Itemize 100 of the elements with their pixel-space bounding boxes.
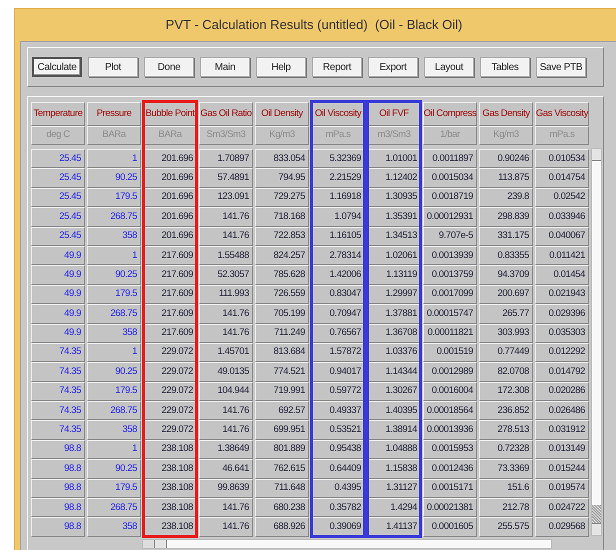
table-cell: 0.53521 [311,420,365,440]
table-cell: 74.35 [31,342,85,362]
table-cell: 729.275 [255,188,309,208]
unit-cell: mPa.s [535,126,589,145]
table-cell: 0.033946 [535,207,589,227]
table-cell: 680.238 [255,498,309,518]
toolbar-button[interactable]: Main [200,57,250,77]
column-header: Oil Compress [423,102,477,126]
table-cell: 236.852 [479,401,533,420]
table-cell: 268.75 [87,207,141,227]
scroll-left-button[interactable] [143,540,155,548]
column-header: Gas Viscosity [535,102,589,126]
table-cell: 90.25 [87,362,141,382]
table-cell: 0.010534 [535,149,589,168]
table-cell: 141.76 [199,498,253,518]
toolbar-button[interactable]: Plot [88,57,138,77]
table-cell: 1 [87,149,141,168]
table-cell: 229.072 [143,420,197,440]
table-cell: 90.25 [87,168,141,188]
table-cell: 0.00018564 [423,401,477,420]
scroll-up-button[interactable] [592,149,601,161]
unit-cell: 1/bar [423,126,477,145]
table-cell: 1.37881 [367,304,421,324]
table-cell: 200.697 [479,284,533,304]
table-cell: 1.14344 [367,362,421,382]
unit-cell: BARa [87,126,141,145]
table-cell: 0.00012931 [423,207,477,227]
table-cell: 98.8 [31,478,85,498]
table-cell: 1 [87,440,141,460]
table-cell: 229.072 [143,401,197,420]
table-cell: 99.8639 [199,478,253,498]
table-cell: 722.853 [255,226,309,246]
table-cell: 0.64409 [311,459,365,479]
table-cell: 141.76 [199,401,253,420]
table-cell: 0.0013759 [423,265,477,285]
unit-cell: Sm3/Sm3 [199,126,253,145]
toolbar-button[interactable]: Done [144,57,194,77]
vertical-scrollbar[interactable] [591,148,602,536]
table-cell: 141.76 [199,207,253,227]
table-cell: 94.3709 [479,265,533,285]
table-cell: 25.45 [31,168,85,188]
table-cell: 0.90246 [479,149,533,168]
table-cell: 801.889 [255,440,309,460]
table-cell: 49.9 [31,284,85,304]
table-cell: 201.696 [143,149,197,168]
scroll-down-button[interactable] [592,523,601,535]
table-cell: 0.029396 [535,304,589,324]
table-cell: 172.308 [479,382,533,402]
table-cell: 123.091 [199,188,253,208]
table-cell: 358 [87,420,141,440]
table-cell: 0.014754 [535,168,589,188]
toolbar-button[interactable]: Report [312,57,362,77]
table-cell: 0.021943 [535,284,589,304]
unit-cell: Kg/m3 [479,126,533,145]
table-cell: 74.35 [31,420,85,440]
scroll-thumb[interactable] [592,505,601,523]
toolbar-button[interactable]: Layout [424,57,474,77]
toolbar-button[interactable]: Help [256,57,306,77]
table-cell: 1.4294 [367,498,421,518]
table-cell: 0.035303 [535,324,589,343]
table-cell: 98.8 [31,517,85,537]
toolbar-button[interactable]: Calculate [32,57,82,77]
table-cell: 0.031912 [535,420,589,440]
column-header: Gas Density [479,102,533,126]
scroll-thumb[interactable] [155,540,167,548]
table-cell: 1.12402 [367,168,421,188]
table-cell: 141.76 [199,420,253,440]
table-cell: 298.839 [479,207,533,227]
toolbar-button[interactable]: Save PTB [536,57,586,77]
table-cell: 0.0015953 [423,440,477,460]
table-cell: 141.76 [199,517,253,537]
table-cell: 25.45 [31,188,85,208]
column-header: Oil Density [255,102,309,126]
table-cell: 0.00013936 [423,420,477,440]
table-cell: 98.8 [31,498,85,518]
table-cell: 25.45 [31,207,85,227]
table-cell: 1.0794 [311,207,365,227]
table-cell: 0.012292 [535,342,589,362]
toolbar-button[interactable]: Tables [480,57,530,77]
toolbar-button[interactable]: Export [368,57,418,77]
table-cell: 0.026486 [535,401,589,420]
table-cell: 0.0012989 [423,362,477,382]
table-cell: 1.38649 [199,440,253,460]
table-cell: 104.944 [199,382,253,402]
unit-cell: mPa.s [311,126,365,145]
table-cell: 1.55488 [199,246,253,266]
horizontal-scrollbar[interactable] [142,538,552,549]
table-cell: 0.024722 [535,498,589,518]
table-cell: 141.76 [199,226,253,246]
table-cell: 255.575 [479,517,533,537]
table-cell: 0.0015171 [423,478,477,498]
table-cell: 0.011421 [535,246,589,266]
table-cell: 824.257 [255,246,309,266]
table-cell: 141.76 [199,304,253,324]
table-cell: 0.0018719 [423,188,477,208]
table-cell: 57.4891 [199,168,253,188]
table-cell: 0.00011821 [423,324,477,343]
table-cell: 0.001519 [423,342,477,362]
table-cell: 179.5 [87,284,141,304]
unit-cell: deg C [31,126,85,145]
